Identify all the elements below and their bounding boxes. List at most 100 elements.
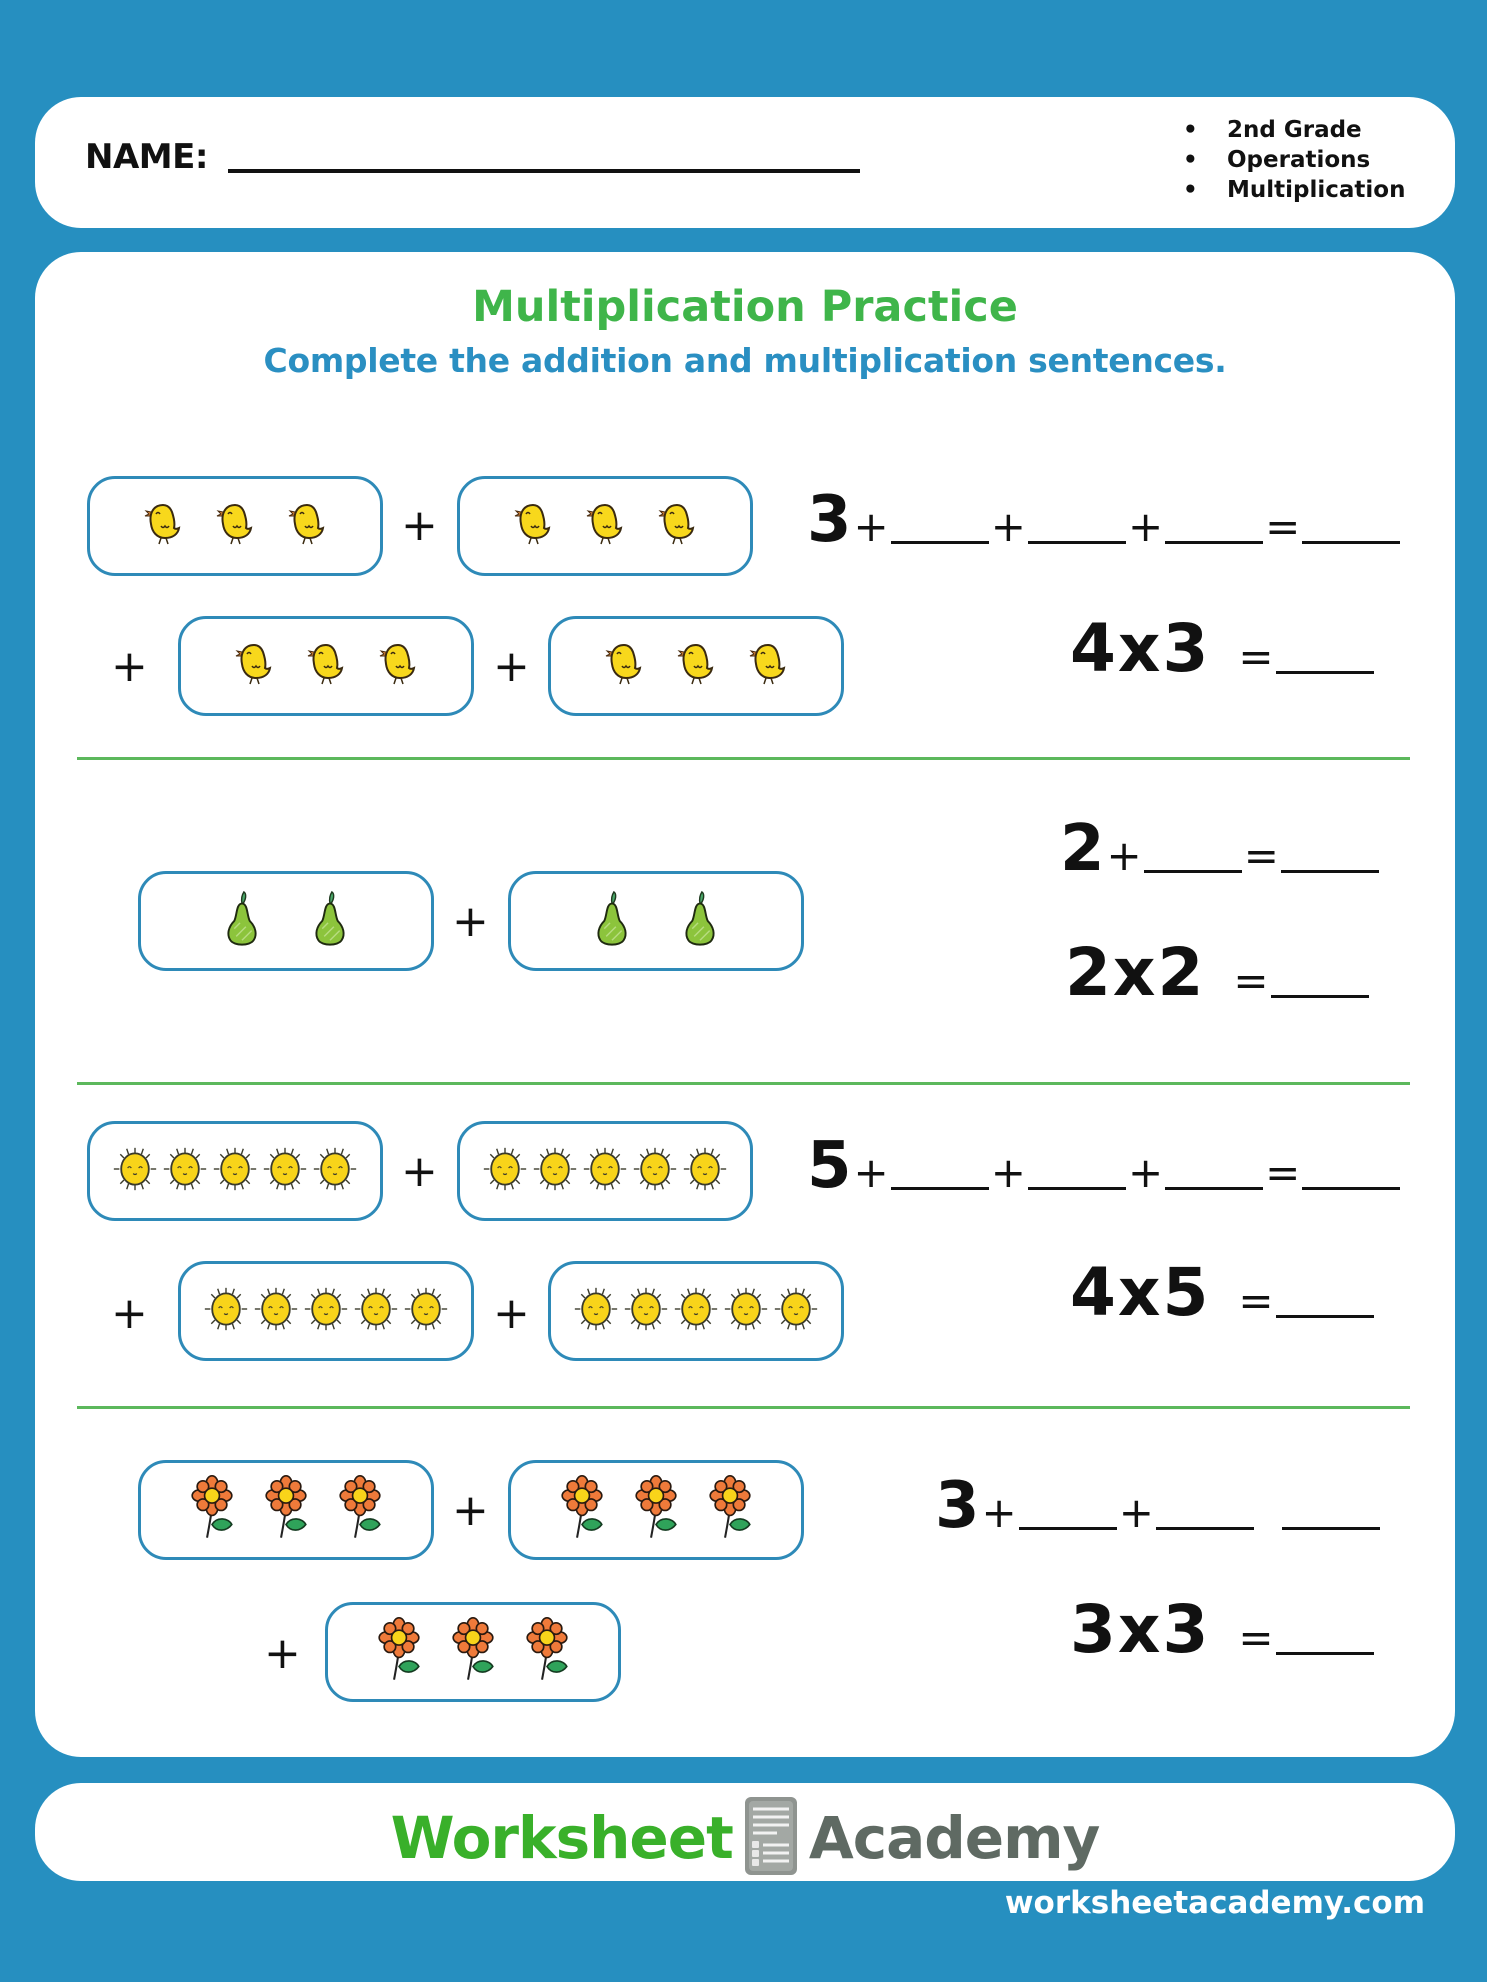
- product-blank[interactable]: [1275, 1315, 1374, 1318]
- worksheet-card: Multiplication Practice Complete the add…: [35, 252, 1455, 1757]
- multiplication-sentence: 4x5 =: [1070, 1260, 1374, 1326]
- answer-blank[interactable]: [1165, 541, 1264, 544]
- multiplication-expression: 4x3: [1070, 610, 1211, 687]
- group-box: [87, 1121, 383, 1221]
- addition-start: 3: [807, 483, 852, 557]
- group-box: [508, 1460, 804, 1560]
- group-box: [87, 476, 383, 576]
- brand-logo: Worksheet Academy: [35, 1795, 1455, 1881]
- flower-icon: [366, 1617, 432, 1687]
- addition-sentence: 5 + + + =: [807, 1134, 1401, 1198]
- sum-blank[interactable]: [1281, 1527, 1380, 1530]
- addition-sentence: 2 + =: [1060, 817, 1379, 881]
- answer-blank[interactable]: [1027, 1187, 1126, 1190]
- sum-blank[interactable]: [1302, 1187, 1401, 1190]
- multiplication-sentence: 4x3 =: [1070, 616, 1374, 682]
- plus-sign: +: [401, 500, 438, 551]
- sun-icon: [112, 1146, 158, 1196]
- section-divider: [77, 1082, 1410, 1085]
- sun-icon: [203, 1286, 249, 1336]
- chick-icon: [655, 502, 699, 550]
- product-blank[interactable]: [1270, 995, 1369, 998]
- worksheet-instructions: Complete the addition and multiplication…: [263, 341, 1227, 380]
- pear-icon: [213, 890, 271, 952]
- flower-icon: [253, 1475, 319, 1545]
- answer-blank[interactable]: [1018, 1527, 1117, 1530]
- chick-icon: [511, 502, 555, 550]
- brand-word-academy: Academy: [808, 1804, 1101, 1872]
- sun-icon: [162, 1146, 208, 1196]
- document-list-icon: [743, 1795, 799, 1881]
- sun-icon: [582, 1146, 628, 1196]
- group-box: [178, 616, 474, 716]
- sun-icon: [673, 1286, 719, 1336]
- chick-icon: [232, 642, 276, 690]
- name-input-line[interactable]: [228, 169, 860, 173]
- website-url[interactable]: worksheetacademy.com: [1005, 1885, 1425, 1921]
- group-box: [548, 616, 844, 716]
- flower-icon: [623, 1475, 689, 1545]
- flower-icon: [179, 1475, 245, 1545]
- chick-icon: [583, 502, 627, 550]
- group-box: [548, 1261, 844, 1361]
- multiplication-expression: 3x3: [1070, 1591, 1211, 1668]
- addition-sentence: 3 + + + =: [807, 483, 1401, 557]
- tag-topic: Operations: [1183, 145, 1405, 175]
- sum-blank[interactable]: [1302, 541, 1401, 544]
- chick-icon: [674, 642, 718, 690]
- answer-blank[interactable]: [890, 541, 989, 544]
- product-blank[interactable]: [1275, 1652, 1374, 1655]
- group-box: [138, 1460, 434, 1560]
- group-box: [178, 1261, 474, 1361]
- pear-icon: [583, 890, 641, 952]
- chick-icon: [141, 502, 185, 550]
- sun-icon: [312, 1146, 358, 1196]
- header-card: NAME: 2nd Grade Operations Multiplicatio…: [35, 97, 1455, 228]
- answer-blank[interactable]: [1165, 1187, 1264, 1190]
- sum-blank[interactable]: [1280, 870, 1379, 873]
- group-box: [457, 1121, 753, 1221]
- answer-blank[interactable]: [890, 1187, 989, 1190]
- plus-sign: +: [111, 641, 148, 692]
- answer-blank[interactable]: [1155, 1527, 1254, 1530]
- sun-icon: [632, 1146, 678, 1196]
- product-blank[interactable]: [1275, 671, 1374, 674]
- plus-sign: +: [401, 1146, 438, 1197]
- sun-icon: [262, 1146, 308, 1196]
- chick-icon: [304, 642, 348, 690]
- sun-icon: [573, 1286, 619, 1336]
- chick-icon: [213, 502, 257, 550]
- answer-blank[interactable]: [1143, 870, 1242, 873]
- sun-icon: [682, 1146, 728, 1196]
- chick-icon: [602, 642, 646, 690]
- flower-icon: [440, 1617, 506, 1687]
- sun-icon: [723, 1286, 769, 1336]
- name-label: NAME:: [85, 137, 208, 177]
- tag-subtopic: Multiplication: [1183, 175, 1405, 205]
- group-box: [325, 1602, 621, 1702]
- sun-icon: [532, 1146, 578, 1196]
- multiplication-sentence: 3x3 =: [1070, 1597, 1374, 1663]
- chick-icon: [285, 502, 329, 550]
- addition-sentence: 3 + +: [935, 1474, 1380, 1538]
- sun-icon: [623, 1286, 669, 1336]
- pear-icon: [301, 890, 359, 952]
- brand-word-worksheet: Worksheet: [390, 1804, 734, 1872]
- addition-start: 3: [935, 1469, 980, 1543]
- chick-icon: [746, 642, 790, 690]
- plus-sign: +: [452, 1485, 489, 1536]
- section-divider: [77, 757, 1410, 760]
- sun-icon: [773, 1286, 819, 1336]
- flower-icon: [697, 1475, 763, 1545]
- answer-blank[interactable]: [1027, 541, 1126, 544]
- tag-list: 2nd Grade Operations Multiplication: [1183, 115, 1405, 205]
- group-box: [508, 871, 804, 971]
- flower-icon: [549, 1475, 615, 1545]
- sun-icon: [482, 1146, 528, 1196]
- group-box: [138, 871, 434, 971]
- addition-start: 2: [1060, 812, 1105, 886]
- sun-icon: [253, 1286, 299, 1336]
- plus-sign: +: [493, 641, 530, 692]
- flower-icon: [327, 1475, 393, 1545]
- flower-icon: [514, 1617, 580, 1687]
